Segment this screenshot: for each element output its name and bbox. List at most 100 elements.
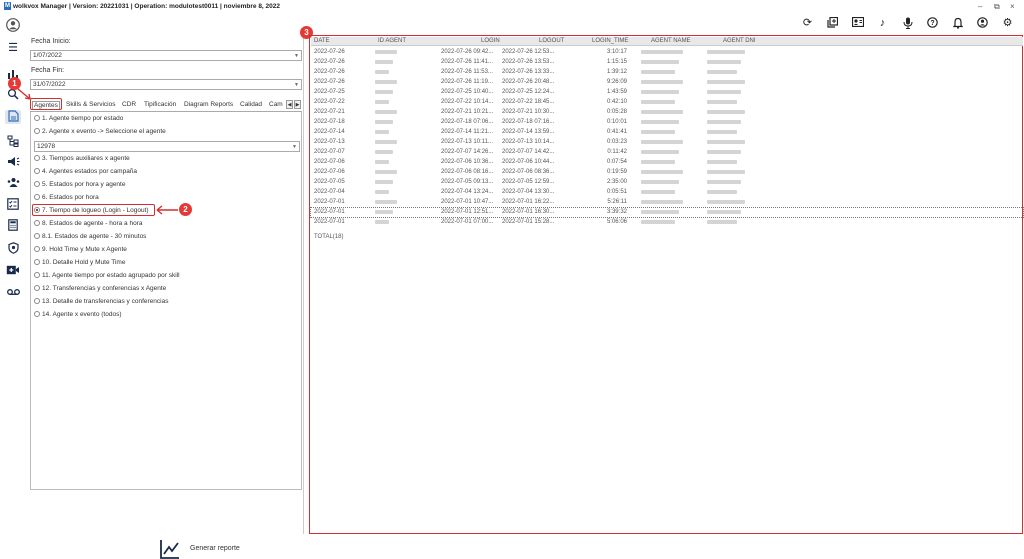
- table-row[interactable]: 2022-07-25 2022-07-25 10:40... 2022-07-25 …: [311, 88, 1023, 97]
- tab-diagram-reports[interactable]: Diagram Reports: [184, 101, 233, 108]
- report-option[interactable]: 2. Agente x evento -> Seleccione el agen…: [34, 128, 166, 135]
- report-option[interactable]: 12. Transferencias y conferencias x Agen…: [34, 285, 166, 292]
- redacted-id-agent: [375, 180, 393, 184]
- table-row[interactable]: 2022-07-06 2022-07-06 08:16... 2022-07-06 …: [311, 168, 1023, 177]
- column-header-date[interactable]: DATE: [314, 38, 330, 44]
- end-date-field[interactable]: 31/07/2022 ▼: [30, 79, 302, 90]
- column-header-agent-dni[interactable]: AGENT DNI: [723, 38, 756, 44]
- agent-select[interactable]: 12978 ▼: [34, 141, 300, 152]
- user-icon[interactable]: [976, 17, 989, 30]
- report-option[interactable]: 8. Estados de agente - hora a hora: [34, 220, 142, 227]
- tab-scroll-left-icon[interactable]: ◀: [286, 100, 293, 109]
- copy-icon[interactable]: [826, 16, 839, 30]
- table-row[interactable]: 2022-07-05 2022-07-05 09:13... 2022-07-05 …: [311, 178, 1023, 187]
- report-option[interactable]: 8.1. Estados de agente - 30 minutos: [34, 233, 146, 240]
- table-row[interactable]: 2022-07-07 2022-07-07 14:26... 2022-07-07 …: [311, 148, 1023, 157]
- cell-login: 2022-07-13 10:11...: [441, 139, 493, 145]
- table-row[interactable]: 2022-07-01 2022-07-01 10:47... 2022-07-01 …: [311, 198, 1023, 207]
- tab-tipificacion[interactable]: Tipificación: [144, 101, 176, 108]
- table-row[interactable]: 2022-07-26 2022-07-26 11:53... 2022-07-26 …: [311, 68, 1023, 77]
- tab-campanas[interactable]: Cam: [269, 101, 285, 108]
- column-header-login[interactable]: LOGIN: [481, 38, 500, 44]
- tab-skills-servicios[interactable]: Skills & Servicios: [66, 101, 115, 108]
- table-row[interactable]: 2022-07-01 2022-07-01 07:00... 2022-07-01 …: [311, 218, 1023, 227]
- microphone-icon[interactable]: [901, 17, 914, 30]
- table-row[interactable]: 2022-07-26 2022-07-26 11:41... 2022-07-26 …: [311, 58, 1023, 67]
- report-option[interactable]: 5. Estados por hora y agente: [34, 181, 125, 188]
- redacted-agent-name: [641, 110, 683, 114]
- report-option[interactable]: 3. Tiempos auxiliares x agente: [34, 155, 130, 162]
- minimize-button[interactable]: –: [978, 2, 982, 11]
- cell-login-time: 0:42:10: [606, 99, 627, 105]
- cell-login-time: 0:19:59: [606, 169, 627, 175]
- agents-icon[interactable]: [5, 177, 21, 191]
- table-row[interactable]: 2022-07-22 2022-07-22 10:14... 2022-07-22 …: [311, 98, 1023, 107]
- refresh-icon[interactable]: ⟳: [801, 17, 814, 30]
- table-row[interactable]: 2022-07-04 2022-07-04 13:24... 2022-07-04 …: [311, 188, 1023, 197]
- cell-login-time: 0:10:01: [606, 119, 627, 125]
- cell-logout: 2022-07-01 15:28...: [502, 219, 555, 225]
- cell-logout: 2022-07-04 13:30...: [502, 189, 555, 195]
- table-row[interactable]: 2022-07-21 2022-07-21 10:21... 2022-07-21 …: [311, 108, 1023, 117]
- tab-cdr[interactable]: CDR: [122, 101, 136, 108]
- checklist-icon[interactable]: [5, 198, 21, 212]
- music-icon[interactable]: ♪: [876, 17, 889, 30]
- radio-icon: [34, 194, 40, 200]
- radio-icon: [34, 285, 40, 291]
- id-card-icon[interactable]: [851, 16, 864, 30]
- report-option[interactable]: 10. Detalle Hold y Mute Time: [34, 259, 125, 266]
- table-row[interactable]: 2022-07-14 2022-07-14 11:21... 2022-07-14 …: [311, 128, 1023, 137]
- generate-report-button[interactable]: Generar reporte: [160, 539, 250, 559]
- report-option[interactable]: 4. Agentes estados por campaña: [34, 168, 137, 175]
- report-option[interactable]: 9. Hold Time y Mute x Agente: [34, 246, 127, 253]
- voicemail-icon[interactable]: [5, 286, 21, 300]
- campaign-icon[interactable]: [5, 156, 21, 170]
- end-date-label: Fecha Fin:: [31, 67, 65, 74]
- cell-login: 2022-07-26 09:42...: [441, 49, 494, 55]
- help-icon[interactable]: ?: [926, 17, 939, 30]
- table-row[interactable]: 2022-07-06 2022-07-06 10:36... 2022-07-06 …: [311, 158, 1023, 167]
- report-option[interactable]: 11. Agente tiempo por estado agrupado po…: [34, 272, 180, 279]
- calculator-icon[interactable]: [5, 219, 21, 233]
- redacted-agent-dni: [707, 120, 741, 124]
- video-icon[interactable]: [5, 265, 21, 279]
- radio-icon: [34, 233, 40, 239]
- report-option[interactable]: 14. Agente x evento (todos): [34, 311, 122, 318]
- redacted-agent-name: [641, 80, 683, 84]
- bell-icon[interactable]: [951, 17, 964, 30]
- cell-date: 2022-07-01: [314, 209, 345, 215]
- redacted-agent-name: [641, 220, 675, 224]
- report-option[interactable]: 6. Estados por hora: [34, 194, 99, 201]
- hierarchy-icon[interactable]: [5, 135, 21, 149]
- column-header-id-agent[interactable]: ID AGENT: [378, 38, 406, 44]
- cell-logout: 2022-07-26 13:53...: [502, 59, 555, 65]
- column-header-agent-name[interactable]: AGENT NAME: [651, 38, 691, 44]
- app-logo-icon: M: [4, 2, 11, 10]
- column-header-logout[interactable]: LOGOUT: [539, 38, 564, 44]
- cell-login: 2022-07-07 14:26...: [441, 149, 494, 155]
- shield-icon[interactable]: [5, 242, 21, 256]
- column-header-login-time[interactable]: LOGIN_TIME: [592, 38, 628, 44]
- menu-icon[interactable]: ☰: [5, 41, 21, 55]
- table-row[interactable]: 2022-07-01 2022-07-01 12:51... 2022-07-01 …: [310, 207, 1024, 218]
- report-option[interactable]: 1. Agente tiempo por estado: [34, 115, 123, 122]
- report-option[interactable]: 13. Detalle de transferencias y conferen…: [34, 298, 168, 305]
- highlight-report-7: [32, 204, 155, 216]
- table-row[interactable]: 2022-07-26 2022-07-26 09:42... 2022-07-26 …: [311, 48, 1023, 57]
- radio-icon: [34, 246, 40, 252]
- table-row[interactable]: 2022-07-26 2022-07-26 11:19... 2022-07-26 …: [311, 78, 1023, 87]
- start-date-field[interactable]: 1/07/2022 ▼: [30, 50, 302, 61]
- table-row[interactable]: 2022-07-18 2022-07-18 07:06... 2022-07-18 …: [311, 118, 1023, 127]
- avatar-icon[interactable]: [5, 18, 21, 32]
- close-button[interactable]: ×: [1010, 2, 1015, 11]
- end-date-value: 31/07/2022: [33, 81, 66, 88]
- redacted-agent-dni: [707, 160, 737, 164]
- report-icon[interactable]: [5, 110, 21, 124]
- redacted-id-agent: [375, 50, 397, 54]
- tab-scroll-right-icon[interactable]: ▶: [294, 100, 301, 109]
- restore-button[interactable]: ⧉: [994, 2, 1000, 12]
- tab-calidad[interactable]: Calidad: [240, 101, 262, 108]
- redacted-agent-dni: [707, 140, 745, 144]
- gear-icon[interactable]: ⚙: [1001, 17, 1014, 30]
- table-row[interactable]: 2022-07-13 2022-07-13 10:11... 2022-07-13 …: [311, 138, 1023, 147]
